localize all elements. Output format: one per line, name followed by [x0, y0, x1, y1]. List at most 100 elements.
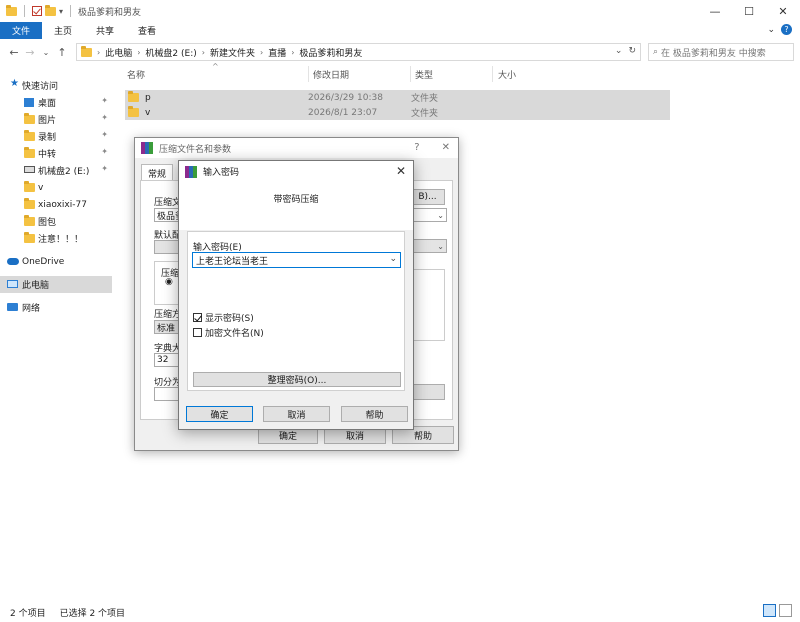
checkbox-unchecked-icon[interactable] — [193, 328, 202, 337]
encrypt-filenames-label: 加密文件名(N) — [205, 329, 264, 339]
help-icon[interactable]: ? — [781, 24, 792, 35]
folder-icon — [24, 113, 35, 124]
password-input[interactable]: 上老王论坛当老王 ⌄ — [192, 252, 401, 268]
show-password-checkbox[interactable]: 显示密码(S) — [193, 311, 254, 324]
recent-locations-button[interactable]: ⌄ — [38, 48, 54, 57]
computer-icon — [7, 280, 18, 288]
sort-ascending-icon: ^ — [212, 62, 219, 71]
chevron-down-icon[interactable]: ⌄ — [389, 254, 397, 264]
up-button[interactable]: ↑ — [54, 46, 70, 59]
tab-home[interactable]: 主页 — [42, 22, 84, 39]
cloud-icon — [7, 258, 19, 265]
sidebar-item-desktop[interactable]: 桌面 ✦ — [0, 94, 112, 111]
sidebar-item-label: xiaoxixi-77 — [38, 199, 87, 210]
column-header-size[interactable]: 大小 — [498, 68, 516, 81]
search-box[interactable]: ⌕ 在 极品爹莉和男友 中搜索 — [648, 43, 794, 61]
sidebar-item-label: 录制 — [38, 133, 57, 143]
expand-ribbon-icon[interactable]: ⌄ — [767, 25, 775, 35]
sidebar-item-drive-e[interactable]: 机械盘2 (E:) ✦ — [0, 162, 112, 179]
forward-button[interactable]: → — [22, 46, 38, 59]
selected-count: 已选择 2 个项目 — [59, 609, 126, 619]
breadcrumb-new-folder[interactable]: 新建文件夹 — [210, 46, 255, 59]
close-button[interactable]: ✕ — [766, 0, 800, 22]
back-button[interactable]: ← — [6, 46, 22, 59]
help-button[interactable]: 帮助 — [341, 406, 408, 422]
sidebar-item-network[interactable]: 网络 — [0, 299, 112, 316]
password-heading: 带密码压缩 — [273, 195, 319, 205]
customize-toolbar-icon[interactable]: ▾ — [59, 7, 63, 16]
tab-view[interactable]: 查看 — [126, 22, 168, 39]
close-icon[interactable]: ✕ — [442, 142, 450, 153]
browse-button[interactable]: B)... — [410, 189, 445, 205]
file-date: 2026/3/29 10:38 — [308, 92, 383, 103]
organize-passwords-button[interactable]: 整理密码(O)... — [193, 372, 401, 387]
format-radio[interactable]: ◉ — [165, 277, 173, 287]
encrypt-filenames-checkbox[interactable]: 加密文件名(N) — [193, 326, 264, 339]
column-divider[interactable] — [410, 66, 411, 82]
file-name: v — [145, 107, 151, 118]
sidebar-item-recordings[interactable]: 录制 ✦ — [0, 128, 112, 145]
desktop-icon — [24, 98, 34, 107]
breadcrumb-this-pc[interactable]: 此电脑 — [105, 46, 132, 59]
window-title: 极品爹莉和男友 — [78, 7, 142, 18]
new-folder-icon[interactable] — [45, 4, 56, 16]
archive-dialog-titlebar: 压缩文件名和参数 ? ✕ — [135, 138, 458, 158]
sidebar-item-transfer[interactable]: 中转 ✦ — [0, 145, 112, 162]
breadcrumb-separator: › — [259, 47, 264, 57]
tab-file[interactable]: 文件 — [0, 22, 43, 39]
address-dropdown-icon[interactable]: ⌄ — [615, 46, 623, 56]
item-count: 2 个项目 — [10, 609, 46, 619]
table-row[interactable]: v 2026/8/1 23:07 文件夹 — [125, 105, 670, 120]
table-row[interactable]: p 2026/3/29 10:38 文件夹 — [125, 90, 670, 105]
column-header-name[interactable]: 名称 — [127, 68, 145, 81]
breadcrumb-drive[interactable]: 机械盘2 (E:) — [145, 46, 196, 59]
address-bar[interactable]: › 此电脑 › 机械盘2 (E:) › 新建文件夹 › 直播 › 极品爹莉和男友… — [76, 43, 641, 61]
folder-icon — [6, 4, 17, 16]
search-input[interactable]: 在 极品爹莉和男友 中搜索 — [661, 46, 766, 59]
folder-icon — [24, 181, 35, 192]
status-bar: 2 个项目 已选择 2 个项目 — [10, 606, 125, 619]
password-dialog-header: 带密码压缩 — [179, 182, 413, 230]
ok-button[interactable]: 确定 — [186, 406, 253, 422]
sidebar-item-this-pc[interactable]: 此电脑 — [0, 276, 112, 293]
refresh-icon[interactable]: ↻ — [628, 46, 636, 56]
sidebar-item-v[interactable]: v — [0, 179, 112, 196]
breadcrumb-live[interactable]: 直播 — [268, 46, 286, 59]
winrar-icon — [185, 165, 197, 178]
winrar-icon — [141, 142, 153, 154]
tab-share[interactable]: 共享 — [84, 22, 126, 39]
folder-icon — [24, 147, 35, 158]
show-password-label: 显示密码(S) — [205, 314, 254, 324]
sidebar-item-attention[interactable]: 注意！！！ — [0, 230, 112, 247]
maximize-button[interactable]: ☐ — [732, 0, 766, 22]
sidebar-item-image-pack[interactable]: 图包 — [0, 213, 112, 230]
large-icons-view-button[interactable] — [779, 604, 792, 617]
sidebar-item-pictures[interactable]: 图片 ✦ — [0, 111, 112, 128]
tab-general[interactable]: 常规 — [141, 164, 173, 181]
cancel-button[interactable]: 取消 — [263, 406, 330, 422]
window-controls: — ☐ ✕ — [698, 0, 800, 22]
divider — [24, 5, 25, 17]
column-divider[interactable] — [492, 66, 493, 82]
minimize-button[interactable]: — — [698, 0, 732, 22]
pin-icon: ✦ — [101, 130, 108, 139]
password-dialog: 输入密码 ✕ 带密码压缩 输入密码(E) 上老王论坛当老王 ⌄ 显示密码(S) … — [178, 160, 414, 430]
column-header-type[interactable]: 类型 — [415, 68, 433, 81]
sidebar-item-xiaoxixi[interactable]: xiaoxixi-77 — [0, 196, 112, 213]
close-icon[interactable]: ✕ — [396, 164, 406, 178]
details-view-button[interactable] — [763, 604, 776, 617]
properties-icon[interactable] — [32, 6, 42, 16]
compression-method-label: 压缩方 — [154, 310, 182, 320]
file-name: p — [145, 92, 151, 103]
breadcrumb-separator: › — [97, 47, 101, 57]
sidebar-item-onedrive[interactable]: OneDrive — [0, 253, 112, 270]
checkbox-checked-icon[interactable] — [193, 313, 202, 322]
help-icon[interactable]: ? — [414, 142, 419, 153]
sidebar-item-quick-access[interactable]: ★ 快速访问 — [0, 77, 112, 94]
column-divider[interactable] — [308, 66, 309, 82]
archive-name-label: 压缩文 — [154, 198, 182, 208]
column-header-date[interactable]: 修改日期 — [313, 68, 349, 81]
breadcrumb-current[interactable]: 极品爹莉和男友 — [299, 46, 362, 59]
sidebar-item-label: 图片 — [38, 116, 57, 126]
navigation-pane: ★ 快速访问 桌面 ✦ 图片 ✦ 录制 ✦ 中转 ✦ 机械盘2 (E:) ✦ v… — [0, 74, 112, 604]
